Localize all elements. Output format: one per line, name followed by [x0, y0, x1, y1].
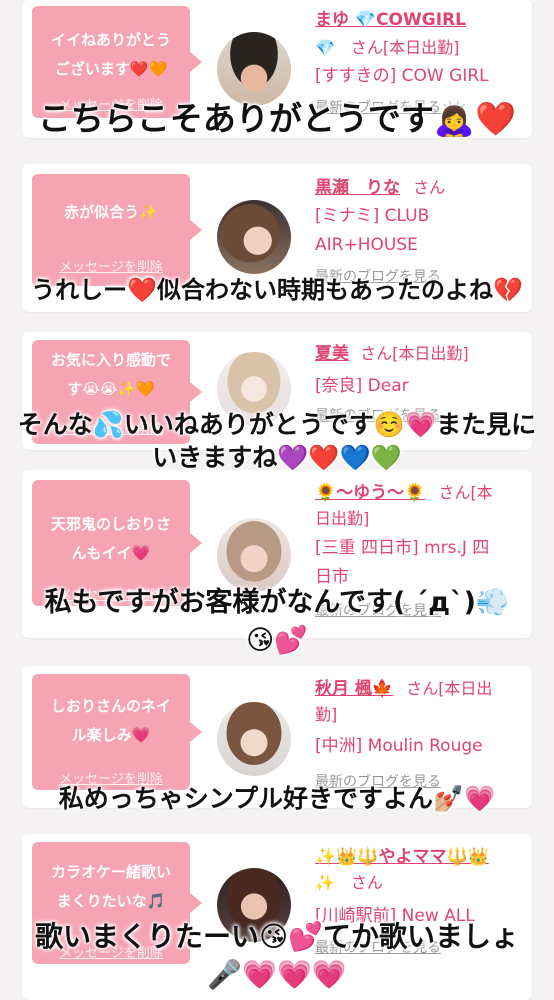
cast-name-link[interactable]: まゆ 💎COWGIRL [315, 10, 466, 30]
cast-name-link[interactable]: 夏美 [315, 344, 349, 364]
message-bubble: しおりさんのネイ ル楽しみ💗 メッセージを削除 [32, 674, 202, 790]
reply-caption: うれしー❤️似合わない時期もあったのよね💔 [31, 276, 523, 304]
message-bubble: 赤が似合う✨ メッセージを削除 [32, 174, 202, 286]
reply-caption: こちらこそありがとうです🙇‍♀️❤️ [37, 99, 517, 138]
shop-link[interactable]: [奈良] Dear [315, 372, 526, 401]
reply-caption: 私もですがお客様がなんです( ´д`)💨 😘💕 [44, 587, 510, 656]
cast-suffix: 💎 さん[本日出勤] [315, 38, 460, 57]
message-text: しおりさんのネイ ル楽しみ💗 [50, 697, 171, 744]
cast-name-link[interactable]: ✨👑🔱やよママ🔱👑 [315, 847, 489, 867]
message-text: カラオケー緒歌い まくりたいな🎵 [50, 863, 171, 910]
avatar[interactable] [217, 518, 291, 592]
reply-caption: 歌いまくりたーい😘💕てか歌いましょ 🎤💗💗💗 [34, 920, 520, 991]
cast-info: 秋月 楓🍁 さん[本日出 勤] [中洲] Moulin Rouge 最新のブログ… [315, 676, 526, 791]
cast-suffix: さん [413, 178, 446, 197]
avatar[interactable] [217, 702, 291, 776]
shop-link[interactable]: [中洲] Moulin Rouge [315, 732, 526, 761]
cast-info: 黒瀬 りな さん [ミナミ] CLUB AIR+HOUSE 最新のブログを見る [315, 174, 526, 286]
reply-caption: 私めっちゃシンプル好きですよん💅🏼💗 [58, 784, 496, 813]
shop-link[interactable]: [すすきの] COW GIRL [315, 62, 526, 91]
shop-link[interactable]: [ミナミ] CLUB AIR+HOUSE [315, 202, 526, 260]
cast-name-link[interactable]: 黒瀬 りな [315, 178, 400, 198]
message-text: お気に入り感動で す😭😭✨🧡 [50, 351, 171, 398]
avatar[interactable] [217, 32, 291, 106]
cast-name-link[interactable]: 秋月 楓🍁 [315, 679, 393, 699]
message-text: 天邪鬼のしおりさ んもイイ💗 [50, 515, 171, 562]
avatar[interactable] [217, 200, 291, 274]
cast-name-link[interactable]: 🌻〜ゆう〜🌻 [315, 483, 425, 503]
message-text: 赤が似合う✨ [64, 203, 158, 221]
cast-suffix: さん[本日出勤] [360, 344, 469, 363]
reply-caption: そんな💦いいねありがとうです☺️💗また見に いきますね💜❤️💙💚 [17, 410, 537, 472]
message-text: イイねありがとう ございます❤️🧡 [50, 31, 171, 78]
cast-suffix: ✨ さん [315, 873, 383, 892]
